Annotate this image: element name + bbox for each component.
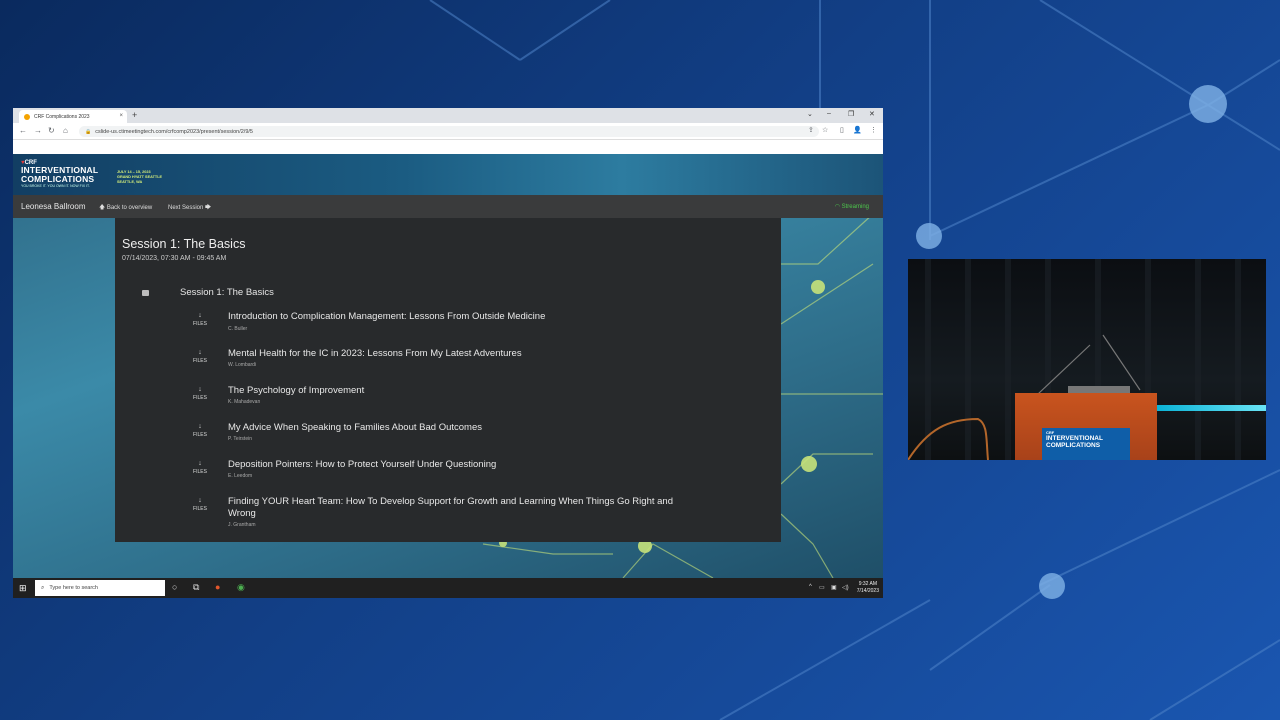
files-download-button[interactable]: ↓ FILES: [189, 497, 211, 513]
podium-sign: CRF INTERVENTIONAL COMPLICATIONS: [1042, 428, 1130, 460]
talk-author: K. Mahadevan: [228, 399, 261, 405]
chrome-icon[interactable]: ◉: [237, 582, 245, 593]
streaming-label: Streaming: [841, 204, 869, 210]
url-bar[interactable]: 🔒 cslide-us.ctimeetingtech.com/crfcomp20…: [79, 126, 819, 137]
up-arrow-icon: 🡅: [99, 205, 107, 211]
files-label: FILES: [193, 321, 207, 327]
files-label: FILES: [193, 506, 207, 512]
home-icon[interactable]: ⌂: [63, 126, 68, 135]
wifi-icon: ◠: [834, 204, 842, 210]
talk-title[interactable]: Mental Health for the IC in 2023: Lesson…: [228, 348, 688, 360]
task-view-icon[interactable]: ⧉: [193, 582, 199, 593]
new-tab-button[interactable]: +: [132, 110, 137, 120]
talk-author: E. Leedom: [228, 473, 253, 479]
podium-sign-line-2: COMPLICATIONS: [1046, 442, 1101, 449]
event-city: SEATTLE, WA: [117, 180, 143, 184]
tray-chevron-icon[interactable]: ^: [809, 584, 812, 590]
forward-arrow-icon[interactable]: →: [34, 126, 42, 135]
download-arrow-icon: ↓: [198, 349, 202, 356]
search-icon: ⌕: [41, 584, 45, 591]
back-arrow-icon[interactable]: ←: [19, 126, 27, 135]
share-icon[interactable]: ⇪: [808, 126, 814, 134]
tab-search-icon[interactable]: ⌄: [807, 110, 813, 118]
download-arrow-icon: ↓: [198, 312, 202, 319]
network-icon[interactable]: ▣: [831, 584, 837, 591]
profile-icon[interactable]: 👤: [853, 126, 862, 134]
speaker-video-feed: CRF INTERVENTIONAL COMPLICATIONS: [908, 259, 1266, 460]
session-nav-bar: Leonesa Ballroom 🡅 Back to overview Next…: [13, 195, 883, 218]
web-page: ♥CRF INTERVENTIONAL COMPLICATIONS YOU BR…: [13, 154, 883, 578]
close-window-button[interactable]: ✕: [869, 110, 875, 118]
files-label: FILES: [193, 469, 207, 475]
browser-window: CRF Complications 2023 × + ⌄ – ❐ ✕ ← → ↻…: [13, 108, 883, 598]
download-arrow-icon: ↓: [198, 497, 202, 504]
address-toolbar: ← → ↻ ⌂ 🔒 cslide-us.ctimeetingtech.com/c…: [13, 123, 883, 140]
side-panel-icon[interactable]: ▯: [840, 126, 844, 134]
streaming-status: ◠ Streaming: [835, 203, 869, 210]
files-download-button[interactable]: ↓ FILES: [189, 312, 211, 328]
event-info: JULY 14 – 15, 2023 GRAND HYATT SEATTLE S…: [117, 170, 162, 185]
session-toggle-icon[interactable]: [142, 290, 149, 296]
talk-author: J. Grantham: [228, 522, 256, 528]
files-download-button[interactable]: ↓ FILES: [189, 386, 211, 402]
files-download-button[interactable]: ↓ FILES: [189, 349, 211, 365]
talk-author: W. Lombardi: [228, 362, 257, 368]
tab-title: CRF Complications 2023: [34, 113, 90, 120]
session-panel: Session 1: The Basics 07/14/2023, 07:30 …: [115, 218, 781, 542]
lock-icon: 🔒: [85, 128, 92, 135]
crf-logo[interactable]: ♥CRF INTERVENTIONAL COMPLICATIONS YOU BR…: [21, 160, 98, 188]
cortana-icon[interactable]: ○: [172, 582, 177, 592]
clock-time: 9:32 AM: [858, 581, 878, 587]
session-heading: Session 1: The Basics: [180, 287, 274, 298]
browser-tab[interactable]: CRF Complications 2023 ×: [19, 110, 127, 123]
next-session-label: Next Session: [168, 205, 204, 211]
menu-kebab-icon[interactable]: ⋮: [870, 126, 877, 134]
talk-author: P. Teirstein: [228, 436, 252, 442]
tab-strip: CRF Complications 2023 × + ⌄ – ❐ ✕: [13, 108, 883, 123]
files-label: FILES: [193, 358, 207, 364]
reload-icon[interactable]: ↻: [48, 126, 55, 135]
room-name: Leonesa Ballroom: [21, 202, 86, 211]
talk-title[interactable]: Finding YOUR Heart Team: How To Develop …: [228, 496, 688, 520]
talk-title[interactable]: Introduction to Complication Management:…: [228, 311, 688, 323]
next-session-link[interactable]: Next Session 🡆: [168, 203, 211, 213]
taskbar-clock[interactable]: 9:32 AM 7/14/2023: [857, 581, 879, 595]
bookmark-star-icon[interactable]: ☆: [822, 126, 828, 134]
talk-title[interactable]: The Psychology of Improvement: [228, 385, 688, 397]
files-download-button[interactable]: ↓ FILES: [189, 460, 211, 476]
taskbar-search-box[interactable]: ⌕ Type here to search: [35, 580, 165, 596]
powerpoint-icon[interactable]: ●: [215, 582, 220, 592]
close-tab-icon[interactable]: ×: [119, 113, 123, 119]
maximize-button[interactable]: ❐: [848, 110, 854, 118]
minimize-button[interactable]: –: [827, 110, 831, 117]
back-to-overview-link[interactable]: 🡅 Back to overview: [99, 203, 152, 213]
talk-title[interactable]: My Advice When Speaking to Families Abou…: [228, 422, 688, 434]
logo-line-2: COMPLICATIONS: [21, 174, 95, 184]
stage-light-strip: [1157, 405, 1266, 411]
event-banner: ♥CRF INTERVENTIONAL COMPLICATIONS YOU BR…: [13, 154, 883, 195]
right-arrow-icon: 🡆: [203, 205, 212, 211]
talk-author: C. Buller: [228, 326, 248, 332]
battery-icon: ▭: [819, 585, 825, 591]
download-arrow-icon: ↓: [198, 460, 202, 467]
download-arrow-icon: ↓: [198, 386, 202, 393]
session-time: 07/14/2023, 07:30 AM - 09:45 AM: [122, 255, 227, 262]
files-label: FILES: [193, 395, 207, 401]
back-to-overview-label: Back to overview: [106, 205, 153, 211]
volume-icon[interactable]: ◁): [842, 584, 849, 591]
windows-taskbar: ⊞ ⌕ Type here to search ○ ⧉ ● ◉ ^ ▭ ▣ ◁)…: [13, 578, 883, 598]
search-placeholder: Type here to search: [49, 585, 98, 591]
talk-title[interactable]: Deposition Pointers: How to Protect Your…: [228, 459, 688, 471]
download-arrow-icon: ↓: [198, 423, 202, 430]
clock-date: 7/14/2023: [856, 588, 879, 594]
page-title: Session 1: The Basics: [122, 237, 246, 251]
windows-start-icon[interactable]: ⊞: [19, 583, 27, 594]
url-text: cslide-us.ctimeetingtech.com/crfcomp2023…: [95, 128, 253, 135]
logo-tagline: YOU BROKE IT. YOU OWN IT. NOW FIX IT.: [21, 184, 90, 188]
files-download-button[interactable]: ↓ FILES: [189, 423, 211, 439]
crf-favicon-icon: [24, 113, 30, 120]
files-label: FILES: [193, 432, 207, 438]
podium-sign-line-1: INTERVENTIONAL: [1046, 435, 1103, 442]
